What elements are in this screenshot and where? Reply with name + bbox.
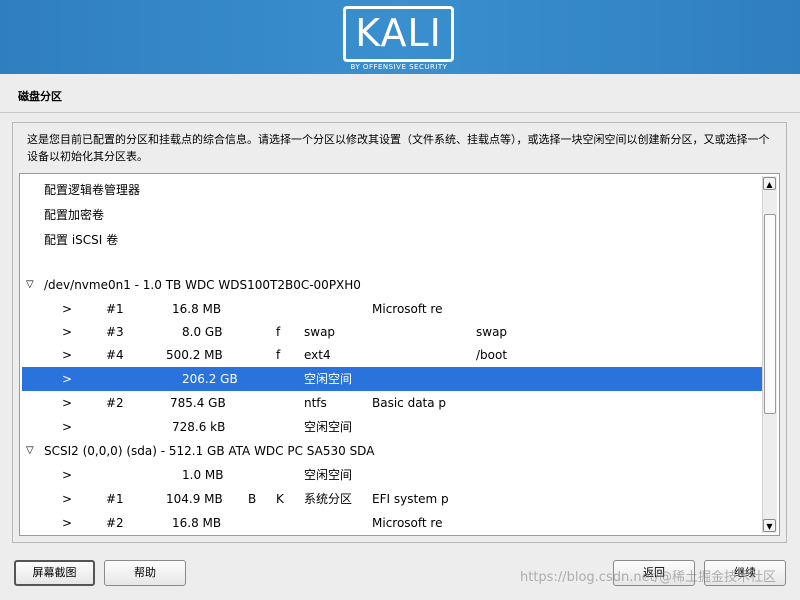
scrollbar-thumb[interactable] xyxy=(764,214,776,414)
help-button[interactable]: 帮助 xyxy=(104,560,186,586)
partition-size: 16.8 MB xyxy=(172,302,222,316)
chevron-right-icon: > xyxy=(62,348,73,362)
partition-flag: K xyxy=(276,492,284,506)
partition-fs: 空闲空间 xyxy=(304,372,353,386)
partition-fs: swap xyxy=(304,325,336,339)
partition-list[interactable]: 配置逻辑卷管理器 配置加密卷 配置 iSCSI 卷 ▽ /dev/nvme0n1… xyxy=(19,173,780,536)
disk-row-nvme0n1[interactable]: ▽ /dev/nvme0n1 - 1.0 TB WDC WDS100T2B0C-… xyxy=(22,273,762,297)
kali-logo-subtitle: BY OFFENSIVE SECURITY xyxy=(350,63,448,71)
scroll-up-icon[interactable]: ▲ xyxy=(763,177,776,190)
screenshot-button[interactable]: 屏幕截图 xyxy=(14,560,95,586)
chevron-right-icon: > xyxy=(62,302,73,316)
partition-row[interactable]: > #2 785.4 GB ntfs Basic data p xyxy=(22,391,762,415)
partition-fs: 空闲空间 xyxy=(304,420,353,434)
partition-fs: ntfs xyxy=(304,396,327,410)
partition-row[interactable]: > 728.6 kB 空闲空间 xyxy=(22,415,762,439)
watermark: https://blog.csdn.net/@稀土掘金技术社区 xyxy=(520,570,777,585)
partition-size: 16.8 MB xyxy=(172,516,222,530)
list-scrollbar[interactable]: ▲ ▼ xyxy=(762,176,777,533)
partition-mount: /boot xyxy=(476,348,508,362)
partition-row[interactable]: > #3 8.0 GB f swap swap xyxy=(22,320,762,344)
partition-row[interactable]: > #1 104.9 MB B K 系统分区 EFI system p xyxy=(22,487,762,511)
list-item-label: 配置 iSCSI 卷 xyxy=(44,233,119,247)
partition-fs: 空闲空间 xyxy=(304,468,353,482)
partition-size: 785.4 GB xyxy=(170,396,226,410)
partition-name: Microsoft re xyxy=(372,516,443,530)
chevron-right-icon: > xyxy=(62,325,73,339)
kali-logo-text: KALI xyxy=(355,11,442,55)
kali-header-banner: KALI BY OFFENSIVE SECURITY xyxy=(0,0,800,74)
collapse-triangle-icon[interactable]: ▽ xyxy=(26,439,34,463)
partition-name: EFI system p xyxy=(372,492,449,506)
partition-size: 8.0 GB xyxy=(182,325,223,339)
partition-row-selected[interactable]: > 206.2 GB 空闲空间 xyxy=(22,367,762,391)
partition-number: #1 xyxy=(106,492,124,506)
list-item-configure-lvm[interactable]: 配置逻辑卷管理器 xyxy=(22,178,762,202)
chevron-right-icon: > xyxy=(62,420,73,434)
partition-fs: ext4 xyxy=(304,348,331,362)
partition-number: #2 xyxy=(106,516,124,530)
partition-name: Microsoft re xyxy=(372,302,443,316)
partition-number: #1 xyxy=(106,302,124,316)
scroll-down-icon[interactable]: ▼ xyxy=(763,519,776,532)
partition-flag: B xyxy=(248,492,257,506)
description-text: 这是您目前已配置的分区和挂载点的综合信息。请选择一个分区以修改其设置（文件系统、… xyxy=(27,133,770,163)
partition-size: 104.9 MB xyxy=(166,492,223,506)
partition-number: #3 xyxy=(106,325,124,339)
chevron-right-icon: > xyxy=(62,372,73,386)
partition-mount: swap xyxy=(476,325,508,339)
chevron-right-icon: > xyxy=(62,516,73,530)
partition-row[interactable]: > #4 500.2 MB f ext4 /boot xyxy=(22,343,762,367)
partition-size: 728.6 kB xyxy=(172,420,226,434)
list-item-configure-iscsi[interactable]: 配置 iSCSI 卷 xyxy=(22,228,762,252)
chevron-right-icon: > xyxy=(62,492,73,506)
disk-label: /dev/nvme0n1 - 1.0 TB WDC WDS100T2B0C-00… xyxy=(44,278,361,292)
collapse-triangle-icon[interactable]: ▽ xyxy=(26,273,34,297)
partition-row[interactable]: > #2 16.8 MB Microsoft re xyxy=(22,511,762,535)
partition-number: #4 xyxy=(106,348,124,362)
disk-label: SCSI2 (0,0,0) (sda) - 512.1 GB ATA WDC P… xyxy=(44,444,375,458)
list-item-label: 配置加密卷 xyxy=(44,208,105,222)
partition-row[interactable]: > 1.0 MB 空闲空间 xyxy=(22,463,762,487)
list-item-label: 配置逻辑卷管理器 xyxy=(44,183,141,197)
partition-panel: 这是您目前已配置的分区和挂载点的综合信息。请选择一个分区以修改其设置（文件系统、… xyxy=(12,122,787,543)
chevron-right-icon: > xyxy=(62,468,73,482)
partition-name: Basic data p xyxy=(372,396,447,410)
disk-row-sda[interactable]: ▽ SCSI2 (0,0,0) (sda) - 512.1 GB ATA WDC… xyxy=(22,439,762,463)
partition-number: #2 xyxy=(106,396,124,410)
partition-fs: 系统分区 xyxy=(304,492,353,506)
partition-flag: f xyxy=(276,348,281,362)
page-title: 磁盘分区 xyxy=(18,90,62,103)
kali-logo: KALI xyxy=(343,6,454,62)
partition-flag: f xyxy=(276,325,281,339)
chevron-right-icon: > xyxy=(62,396,73,410)
title-divider xyxy=(0,112,800,113)
partition-size: 206.2 GB xyxy=(182,372,238,386)
partition-size: 500.2 MB xyxy=(166,348,223,362)
list-item-configure-encrypted[interactable]: 配置加密卷 xyxy=(22,203,762,227)
partition-row[interactable]: > #1 16.8 MB Microsoft re xyxy=(22,297,762,321)
partition-size: 1.0 MB xyxy=(182,468,224,482)
